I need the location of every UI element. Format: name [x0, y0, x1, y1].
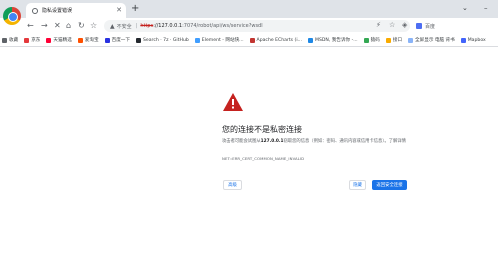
screen-icon — [408, 37, 414, 43]
taobao-icon — [77, 37, 83, 43]
jd-icon — [24, 37, 30, 43]
url-scheme: https — [140, 23, 154, 29]
yuanma-icon — [363, 37, 369, 43]
url-host: ://127.0.0.1 — [153, 23, 183, 29]
bookmark-label: 百度一下 — [111, 38, 130, 43]
browser-logo-icon — [3, 7, 21, 25]
back-button[interactable]: ← — [27, 21, 34, 31]
bookmark-item[interactable]: Search · 7z · GitHub — [135, 37, 189, 43]
bookmark-label: 爱淘宝 — [84, 38, 99, 43]
extensions-icon[interactable]: ◈ — [402, 21, 407, 29]
bookmark-item[interactable]: 爱淘宝 — [77, 37, 99, 43]
tmall-icon — [46, 37, 52, 43]
bookmark-label: 猿码 — [370, 38, 380, 43]
element-icon — [194, 37, 200, 43]
translate-icon[interactable]: ⚡ — [376, 21, 381, 29]
toolbar: ← → ✕ ⌂ ↻ ☆ ▲ 不安全 | https ://127.0.0.1 :… — [0, 18, 498, 34]
bookmark-item[interactable]: 天猫精选 — [46, 37, 72, 43]
bookmark-star-icon[interactable]: ☆ — [389, 21, 395, 29]
bookmark-item[interactable]: 百度一下 — [104, 37, 130, 43]
baidu-search-icon — [416, 23, 422, 29]
not-secure-label[interactable]: 不安全 — [117, 23, 132, 30]
bookmark-item[interactable]: Element - 网站快... — [194, 37, 244, 43]
bookmark-item[interactable]: 接口 — [385, 37, 403, 43]
error-description-prefix: 攻击者可能会试图从 — [222, 139, 261, 144]
error-description: 攻击者可能会试图从127.0.0.1窃取您的信息（例如：密码、通讯内容或信用卡信… — [222, 138, 412, 145]
minimize-button[interactable]: – — [484, 4, 488, 12]
tab-title: 隐私设置错误 — [42, 8, 73, 14]
echarts-icon — [249, 37, 255, 43]
back-to-safety-button[interactable]: 返回安全连接 — [372, 180, 407, 190]
reload-button[interactable]: ↻ — [78, 21, 85, 31]
tab-close-icon[interactable]: ✕ — [116, 6, 122, 14]
msdn-icon — [307, 37, 313, 43]
baidu-icon — [104, 37, 110, 43]
bookmark-label: Mapbox — [467, 37, 486, 43]
bookmark-label: 京东 — [31, 38, 41, 43]
favorite-star-icon[interactable]: ☆ — [90, 21, 97, 31]
bookmark-label: 天猫精选 — [53, 38, 72, 43]
bookmark-label: Search · 7z · GitHub — [142, 37, 189, 43]
address-divider: | — [135, 23, 138, 29]
warning-icon[interactable]: ▲ — [110, 23, 115, 30]
new-tab-button[interactable]: + — [131, 4, 139, 14]
bookmark-item[interactable]: Mapbox — [460, 37, 486, 43]
bookmark-label: 接口 — [392, 38, 403, 43]
error-description-suffix[interactable]: 窃取您的信息（例如：密码、通讯内容或信用卡信息）。了解详情 — [284, 139, 406, 144]
bookmarks-bar: 收藏 京东 天猫精选 爱淘宝 百度一下 Search · 7z · GitHub Eleme… — [0, 34, 498, 47]
bookmark-item[interactable]: 猿码 — [363, 37, 380, 43]
github-icon — [135, 37, 141, 43]
url-path: :7074/robot/api/ws/service?wsdl — [182, 23, 263, 29]
bookmark-label: Element - 网站快... — [201, 38, 244, 43]
bookmark-item[interactable]: MSDN, 我告诉你 -... — [307, 37, 358, 43]
stop-button[interactable]: ✕ — [54, 21, 61, 31]
bookmark-label: MSDN, 我告诉你 -... — [314, 38, 358, 43]
tab-strip: 隐私设置错误 ✕ + ⌄ – — [0, 0, 498, 25]
bookmark-item[interactable]: 京东 — [24, 37, 40, 43]
search-placeholder: 百度 — [425, 23, 436, 30]
bookmark-label: 全屏显示 电脑 背书 — [415, 38, 455, 43]
mapbox-icon — [460, 37, 466, 43]
folder-icon — [385, 37, 391, 43]
tab-favicon-icon — [32, 7, 38, 14]
bookmark-item[interactable]: 收藏 — [2, 37, 18, 43]
bookmark-label: Apache ECharts (i... — [256, 37, 302, 43]
forward-button[interactable]: → — [41, 21, 48, 31]
error-title: 您的连接不是私密连接 — [222, 125, 302, 134]
active-tab[interactable]: 隐私设置错误 ✕ — [26, 3, 126, 18]
apps-icon — [2, 37, 7, 43]
bookmark-item[interactable]: Apache ECharts (i... — [249, 37, 302, 43]
search-box[interactable]: 百度 — [416, 21, 494, 31]
address-bar[interactable]: ▲ 不安全 | https ://127.0.0.1 :7074/robot/a… — [104, 20, 410, 32]
home-button[interactable]: ⌂ — [66, 21, 71, 31]
bookmark-item[interactable]: 全屏显示 电脑 背书 — [408, 37, 455, 43]
warning-triangle-icon — [223, 93, 243, 111]
tab-search-dropdown-icon[interactable]: ⌄ — [462, 4, 468, 12]
error-code: NET::ERR_CERT_COMMON_NAME_INVALID — [222, 156, 305, 161]
bookmark-label: 收藏 — [9, 38, 19, 43]
advanced-button[interactable]: 高级 — [223, 180, 242, 190]
error-description-host: 127.0.0.1 — [260, 139, 284, 144]
hide-button[interactable]: 隐藏 — [349, 180, 366, 190]
